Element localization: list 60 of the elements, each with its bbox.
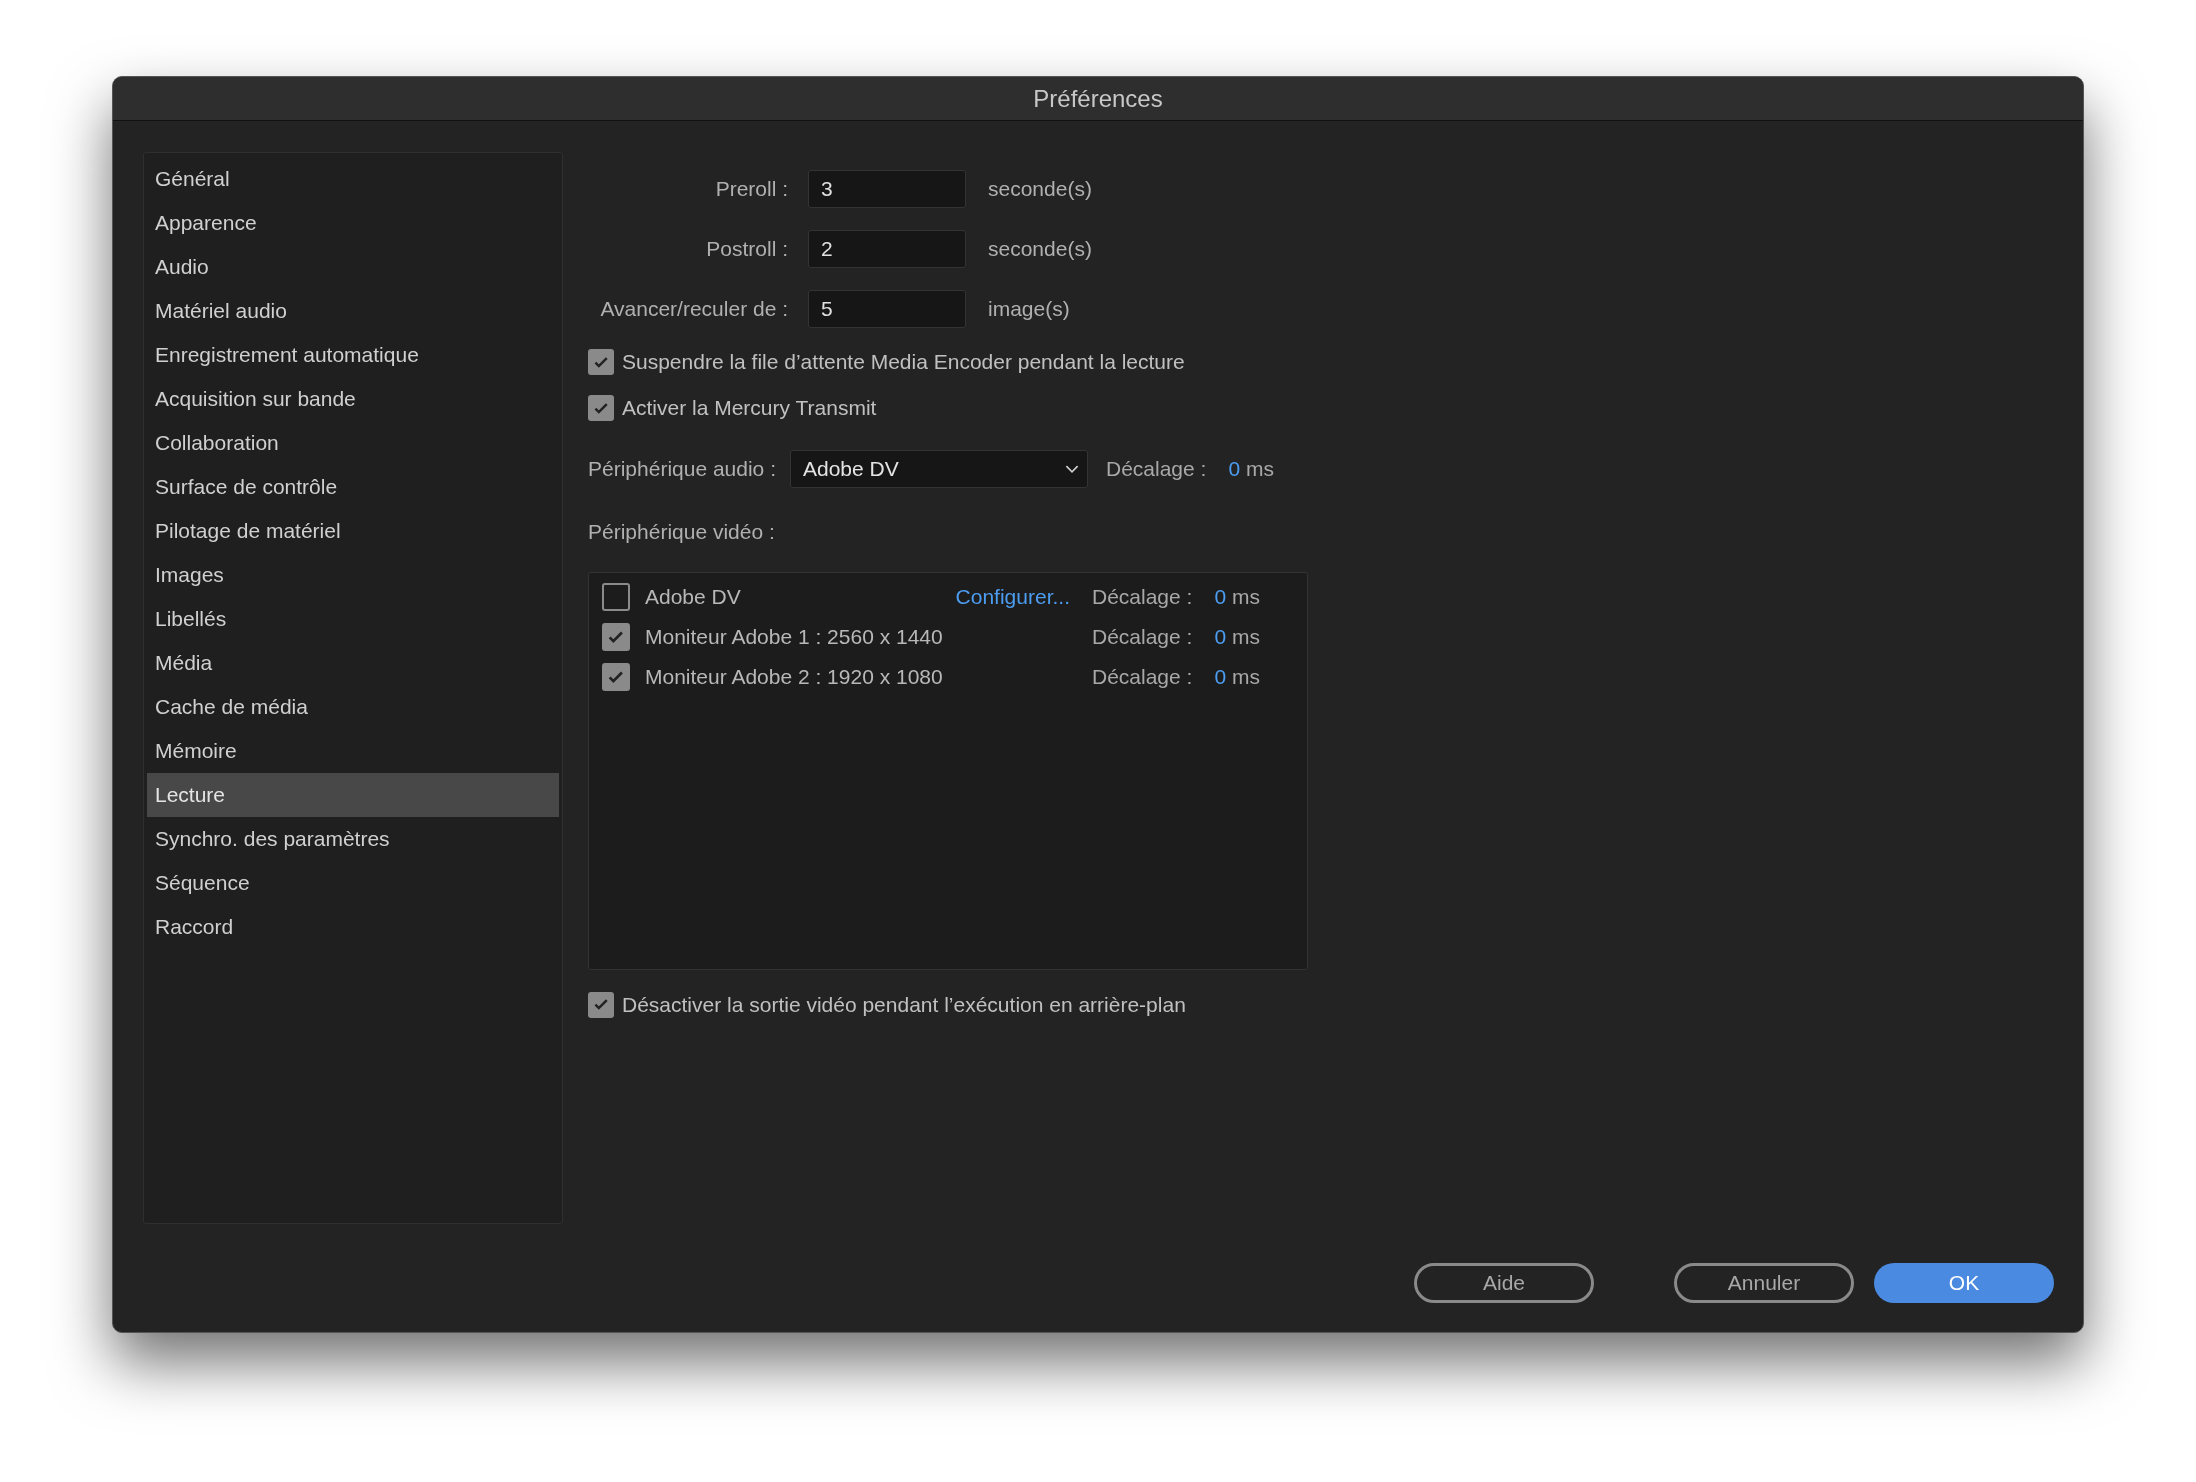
checkbox[interactable] xyxy=(602,662,630,691)
offset-unit: ms xyxy=(1232,623,1261,650)
offset-unit: ms xyxy=(1232,583,1261,610)
ok-button[interactable]: OK xyxy=(1874,1263,2054,1303)
sidebar-item[interactable]: Matériel audio xyxy=(147,289,559,333)
sidebar-item[interactable]: Raccord xyxy=(147,905,559,949)
option-label: Suspendre la file d’attente Media Encoder pendant la lecture xyxy=(622,349,1185,376)
offset-value[interactable]: 0 xyxy=(1214,660,1227,693)
sidebar-item[interactable]: Média xyxy=(147,641,559,685)
sidebar-item[interactable]: Enregistrement automatique xyxy=(147,333,559,377)
configure-link[interactable]: Configurer... xyxy=(955,580,1070,613)
device-name: Moniteur Adobe 2 : 1920 x 1080 xyxy=(645,663,944,690)
offset-unit: ms xyxy=(1232,663,1261,690)
sidebar-item[interactable]: Pilotage de matériel xyxy=(147,509,559,553)
sidebar-item[interactable]: Général xyxy=(147,157,559,201)
option-label: Désactiver la sortie vidéo pendant l’exécution en arrière-plan xyxy=(622,991,1186,1018)
number-field[interactable]: 3 xyxy=(808,170,966,208)
field-label: Avancer/reculer de : xyxy=(599,296,789,323)
dialog-button[interactable]: Annuler xyxy=(1674,1263,1854,1303)
field-label: Preroll : xyxy=(714,176,789,203)
sidebar-item[interactable]: Surface de contrôle xyxy=(147,465,559,509)
offset-label: Décalage : xyxy=(1092,623,1193,650)
sidebar-item[interactable]: Apparence xyxy=(147,201,559,245)
chevron-down-icon xyxy=(1064,464,1079,474)
unit-label: seconde(s) xyxy=(988,176,1092,203)
field-label: Postroll : xyxy=(705,236,789,263)
offset-value[interactable]: 0 xyxy=(1214,620,1227,653)
sidebar-item[interactable]: Synchro. des paramètres xyxy=(147,817,559,861)
window-title: Préférences xyxy=(1033,83,1163,114)
sidebar-item[interactable]: Mémoire xyxy=(147,729,559,773)
unit-label: image(s) xyxy=(988,296,1070,323)
sidebar-item[interactable]: Libellés xyxy=(147,597,559,641)
number-field[interactable]: 2 xyxy=(808,230,966,268)
video-device-label: Périphérique vidéo : xyxy=(588,519,776,545)
checkbox[interactable] xyxy=(588,349,614,375)
sidebar-item[interactable]: Acquisition sur bande xyxy=(147,377,559,421)
sidebar-item[interactable]: Collaboration xyxy=(147,421,559,465)
checkbox[interactable] xyxy=(588,991,614,1018)
offset-value[interactable]: 0 xyxy=(1214,580,1227,613)
number-field[interactable]: 5 xyxy=(808,290,966,328)
offset-label: Décalage : xyxy=(1092,583,1193,610)
sidebar-item[interactable]: Images xyxy=(147,553,559,597)
audio-device-label: Périphérique audio : xyxy=(588,456,777,483)
sidebar-item[interactable]: Cache de média xyxy=(147,685,559,729)
offset-label: Décalage : xyxy=(1092,663,1193,690)
offset-unit: ms xyxy=(1246,456,1275,483)
offset-label: Décalage : xyxy=(1105,456,1207,483)
audio-device-dropdown[interactable]: Adobe DV xyxy=(789,450,1088,488)
unit-label: seconde(s) xyxy=(988,236,1092,263)
checkbox[interactable] xyxy=(602,582,630,611)
checkbox[interactable] xyxy=(588,395,614,421)
device-name: Adobe DV xyxy=(645,583,742,610)
offset-value[interactable]: 0 xyxy=(1228,453,1241,485)
sidebar-item[interactable]: Séquence xyxy=(147,861,559,905)
checkbox[interactable] xyxy=(602,622,630,651)
dialog-button[interactable]: Aide xyxy=(1414,1263,1594,1303)
option-label: Activer la Mercury Transmit xyxy=(622,395,877,422)
sidebar-item[interactable]: Audio xyxy=(147,245,559,289)
device-name: Moniteur Adobe 1 : 2560 x 1440 xyxy=(645,623,944,650)
sidebar-item[interactable]: Lecture xyxy=(147,773,559,817)
